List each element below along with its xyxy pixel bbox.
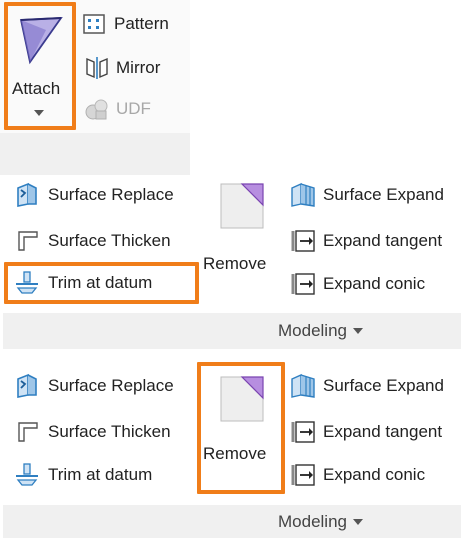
trim-at-datum-highlight bbox=[4, 262, 199, 304]
trim-at-datum-icon bbox=[16, 463, 38, 486]
surface-replace-icon bbox=[17, 373, 37, 398]
udf-label: UDF bbox=[116, 99, 151, 118]
remove-icon bbox=[220, 183, 264, 229]
trim-at-datum-label: Trim at datum bbox=[48, 465, 153, 484]
expand-tangent-icon bbox=[291, 421, 315, 443]
surface-thicken-label: Surface Thicken bbox=[48, 231, 171, 250]
modeling-group-1-footer bbox=[3, 313, 461, 349]
surface-replace-label: Surface Replace bbox=[48, 185, 174, 204]
mirror-label: Mirror bbox=[116, 58, 161, 77]
expand-tangent-button-1[interactable]: Expand tangent bbox=[289, 228, 442, 254]
expand-conic-label: Expand conic bbox=[323, 274, 426, 293]
surface-expand-label: Surface Expand bbox=[323, 376, 444, 395]
surface-thicken-button-1[interactable]: Surface Thicken bbox=[14, 228, 171, 254]
surface-replace-icon bbox=[17, 182, 37, 207]
surface-expand-button-1[interactable]: Surface Expand bbox=[289, 182, 444, 208]
surface-thicken-icon bbox=[18, 422, 38, 442]
expand-tangent-icon bbox=[291, 230, 315, 252]
modeling-group-2-footer bbox=[3, 505, 461, 538]
mirror-icon bbox=[86, 57, 108, 79]
remove-highlight bbox=[197, 362, 285, 494]
surface-thicken-button-2[interactable]: Surface Thicken bbox=[14, 419, 171, 445]
expand-conic-button-2[interactable]: Expand conic bbox=[289, 462, 425, 488]
pattern-icon bbox=[83, 14, 105, 34]
surface-thicken-icon bbox=[18, 231, 38, 251]
expand-conic-button-1[interactable]: Expand conic bbox=[289, 271, 425, 297]
surface-replace-label: Surface Replace bbox=[48, 376, 174, 395]
expand-tangent-label: Expand tangent bbox=[323, 422, 443, 441]
surface-expand-button-2[interactable]: Surface Expand bbox=[289, 373, 444, 399]
modeling-label: Modeling bbox=[278, 321, 347, 340]
chevron-down-icon bbox=[353, 328, 363, 334]
mirror-button[interactable]: Mirror bbox=[84, 56, 160, 80]
expand-conic-icon bbox=[291, 464, 315, 486]
remove-label: Remove bbox=[203, 254, 267, 273]
expand-tangent-label: Expand tangent bbox=[323, 231, 443, 250]
expand-conic-icon bbox=[291, 273, 315, 295]
udf-icon bbox=[85, 99, 108, 120]
modeling-group-label-1[interactable]: Modeling bbox=[278, 320, 363, 342]
pattern-label: Pattern bbox=[114, 14, 169, 33]
surface-expand-icon bbox=[291, 373, 315, 398]
surface-expand-label: Surface Expand bbox=[323, 185, 444, 204]
expand-tangent-button-2[interactable]: Expand tangent bbox=[289, 419, 442, 445]
surface-expand-icon bbox=[291, 182, 315, 207]
surface-thicken-label: Surface Thicken bbox=[48, 422, 171, 441]
modeling-label: Modeling bbox=[278, 512, 347, 531]
expand-conic-label: Expand conic bbox=[323, 465, 426, 484]
remove-button-1[interactable]: Remove bbox=[203, 180, 281, 280]
attach-highlight bbox=[4, 2, 76, 130]
modeling-group-label-2[interactable]: Modeling bbox=[278, 511, 363, 533]
chevron-down-icon bbox=[353, 519, 363, 525]
surface-replace-button-2[interactable]: Surface Replace bbox=[14, 373, 174, 399]
udf-button[interactable]: UDF bbox=[84, 97, 151, 121]
trim-at-datum-button-2[interactable]: Trim at datum bbox=[14, 462, 152, 488]
pattern-button[interactable]: Pattern bbox=[82, 12, 169, 36]
surface-replace-button-1[interactable]: Surface Replace bbox=[14, 182, 174, 208]
